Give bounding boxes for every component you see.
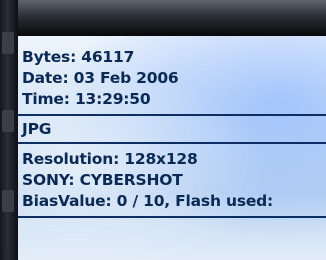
date-label: Date: 03 Feb 2006 — [22, 69, 179, 87]
format-label: JPG — [22, 120, 52, 138]
frame-slot — [2, 110, 14, 132]
bytes-label: Bytes: 46117 — [22, 48, 135, 66]
frame-slot — [2, 190, 14, 212]
top-bar — [18, 0, 326, 37]
separator — [18, 216, 326, 218]
separator — [18, 114, 326, 116]
image-details-panel: Bytes: 46117 Date: 03 Feb 2006 Time: 13:… — [18, 36, 326, 260]
time-label: Time: 13:29:50 — [22, 90, 151, 108]
frame-slot — [2, 32, 14, 54]
camera-label: SONY: CYBERSHOT — [22, 171, 183, 189]
bias-flash-label: BiasValue: 0 / 10, Flash used: — [22, 192, 274, 210]
resolution-label: Resolution: 128x128 — [22, 150, 198, 168]
separator — [18, 142, 326, 144]
left-frame — [0, 0, 18, 260]
